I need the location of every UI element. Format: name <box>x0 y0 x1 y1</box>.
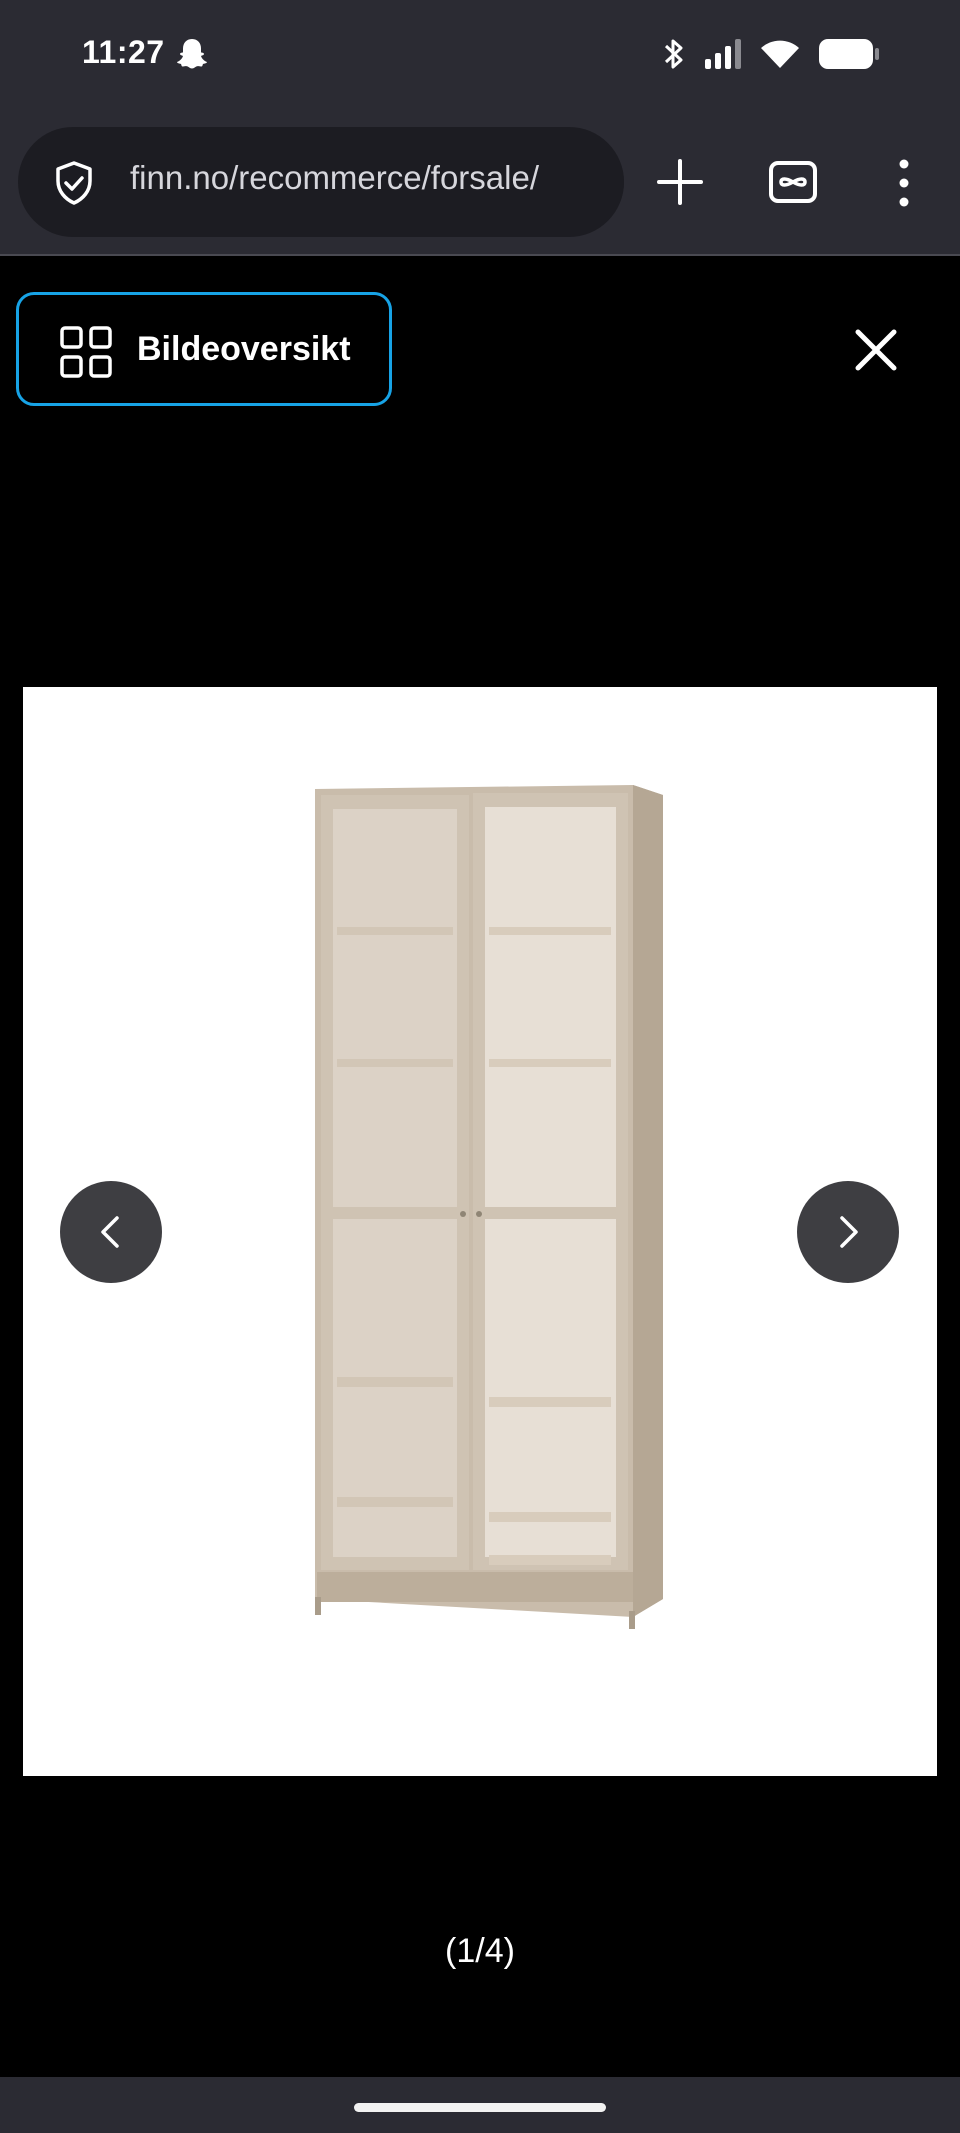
image-counter: (1/4) <box>445 1932 515 1970</box>
incognito-tabs-icon[interactable] <box>768 160 818 204</box>
next-image-button[interactable] <box>797 1181 899 1283</box>
overflow-menu-icon[interactable] <box>888 156 920 210</box>
wifi-icon <box>761 40 799 68</box>
chevron-right-icon <box>840 1216 858 1248</box>
image-overview-label: Bildeoversikt <box>137 330 351 368</box>
url-fade <box>584 127 624 237</box>
status-bar: 11:27 <box>0 0 960 110</box>
plus-icon[interactable] <box>655 157 705 207</box>
close-icon[interactable] <box>852 326 900 374</box>
previous-image-button[interactable] <box>60 1181 162 1283</box>
shield-check-icon[interactable] <box>50 159 98 207</box>
battery-icon <box>819 39 879 69</box>
status-time: 11:27 <box>82 34 165 70</box>
browser-toolbar: finn.no/recommerce/forsale/ <box>0 110 960 256</box>
home-indicator[interactable] <box>354 2103 606 2112</box>
status-icons <box>662 36 880 72</box>
signal-icon <box>705 39 741 69</box>
bookcase-image <box>315 785 663 1629</box>
url-text[interactable]: finn.no/recommerce/forsale/ <box>130 159 615 197</box>
address-bar[interactable]: finn.no/recommerce/forsale/ <box>18 127 624 237</box>
gesture-navigation-bar <box>0 2077 960 2133</box>
chevron-left-icon <box>101 1216 119 1248</box>
bluetooth-icon <box>664 39 683 69</box>
snapchat-icon <box>177 39 207 69</box>
image-overview-button[interactable]: Bildeoversikt <box>16 292 392 406</box>
grid-icon <box>60 326 112 378</box>
